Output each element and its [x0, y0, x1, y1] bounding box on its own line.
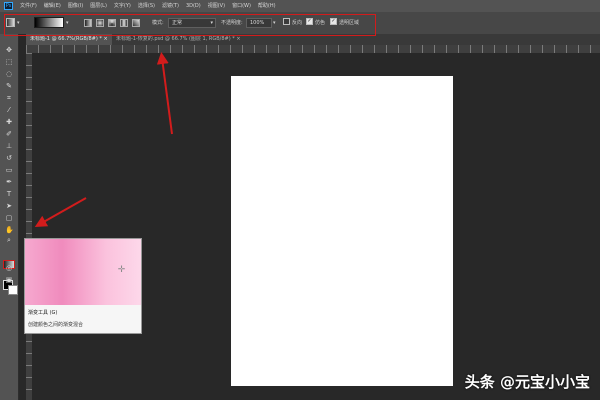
- watermark: 头条 @元宝小小宝: [464, 373, 590, 391]
- arrow-to-options-bar: [156, 52, 173, 135]
- arrow-to-gradient-tool: [34, 197, 87, 227]
- annotation-arrows: [34, 52, 173, 227]
